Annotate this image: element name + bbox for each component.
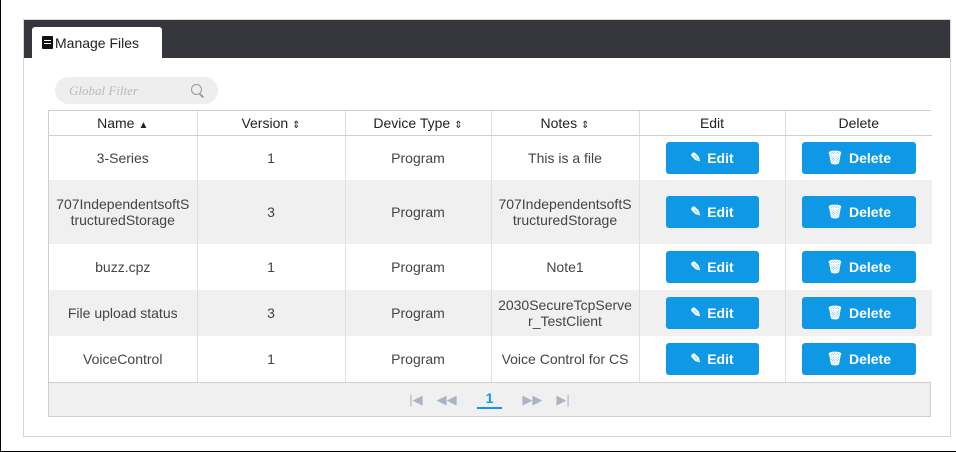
- trash-icon: 🗑: [826, 305, 843, 320]
- cell-notes: 2030SecureTcpServer_TestClient: [491, 290, 640, 336]
- page-number-current[interactable]: 1: [476, 390, 503, 409]
- cell-edit: ✎ Edit: [639, 336, 786, 382]
- cell-version: 3: [197, 180, 346, 244]
- cell-name: 707IndependentsoftStructuredStorage: [49, 180, 198, 244]
- sort-icon: ⇕: [292, 119, 301, 131]
- delete-button[interactable]: 🗑 Delete: [801, 196, 916, 228]
- cell-notes: Note1: [491, 244, 640, 290]
- edit-button[interactable]: ✎ Edit: [665, 196, 759, 228]
- trash-icon: 🗑: [826, 204, 843, 219]
- cell-version: 1: [197, 135, 346, 180]
- files-table: Name ▲ Version ⇕ Device Type ⇕ Notes ⇕ Edit …: [48, 110, 932, 417]
- cell-device-type: Program: [345, 336, 492, 382]
- column-label: Notes: [540, 114, 578, 131]
- edit-button-label: Edit: [707, 204, 734, 220]
- edit-button-label: Edit: [707, 259, 734, 275]
- column-header-edit: Edit: [639, 111, 786, 136]
- cell-notes: 707IndependentsoftStructuredStorage: [491, 180, 640, 244]
- cell-delete: 🗑 Delete: [785, 180, 932, 244]
- sort-icon: ⇕: [454, 119, 463, 131]
- cell-name: buzz.cpz: [49, 244, 198, 290]
- column-label: Device Type: [373, 114, 451, 131]
- next-page-icon[interactable]: ▶▶: [522, 392, 542, 408]
- column-header-version[interactable]: Version ⇕: [197, 111, 346, 136]
- cell-notes: Voice Control for CS: [491, 336, 640, 382]
- column-label: Name: [97, 114, 135, 131]
- cell-edit: ✎ Edit: [639, 290, 786, 336]
- table-row: 3-Series 1 Program This is a file ✎ Edit …: [49, 135, 932, 180]
- first-page-icon[interactable]: |◀: [409, 392, 422, 408]
- table-row: VoiceControl 1 Program Voice Control for…: [49, 336, 932, 382]
- edit-button[interactable]: ✎ Edit: [665, 297, 759, 329]
- trash-icon: 🗑: [826, 259, 843, 274]
- cell-delete: 🗑 Delete: [785, 244, 932, 290]
- sort-asc-icon: ▲: [138, 119, 149, 131]
- tab-bar: Manage Files: [24, 20, 950, 58]
- cell-device-type: Program: [345, 135, 492, 180]
- pencil-square-icon: ✎: [690, 305, 702, 320]
- cell-name: 3-Series: [49, 135, 198, 180]
- delete-button[interactable]: 🗑 Delete: [801, 251, 916, 283]
- table-header-row: Name ▲ Version ⇕ Device Type ⇕ Notes ⇕ Edit …: [49, 111, 932, 136]
- delete-button[interactable]: 🗑 Delete: [801, 343, 916, 375]
- pagination: |◀ ◀◀ 1 ▶▶ ▶|: [49, 382, 930, 416]
- cell-name: VoiceControl: [49, 336, 198, 382]
- global-filter-input[interactable]: [67, 81, 187, 100]
- cell-notes: This is a file: [491, 135, 640, 180]
- manage-files-panel: Manage Files Name▲ Version⇕ Device Type⇕…: [23, 19, 951, 437]
- pencil-square-icon: ✎: [690, 351, 702, 366]
- delete-button[interactable]: 🗑 Delete: [801, 297, 916, 329]
- cell-delete: 🗑 Delete: [785, 290, 932, 336]
- search-icon[interactable]: [191, 83, 205, 98]
- cell-device-type: Program: [345, 244, 492, 290]
- cell-edit: ✎ Edit: [639, 135, 786, 180]
- trash-icon: 🗑: [826, 149, 843, 165]
- tab-label: Manage Files: [55, 34, 140, 51]
- cell-edit: ✎ Edit: [639, 180, 786, 244]
- edit-button[interactable]: ✎ Edit: [665, 343, 759, 375]
- sort-icon: ⇕: [581, 119, 590, 131]
- column-header-name[interactable]: Name ▲: [49, 111, 198, 136]
- delete-button-label: Delete: [848, 149, 892, 166]
- edit-button-label: Edit: [707, 351, 734, 367]
- table-row: 707IndependentsoftStructuredStorage 3 Pr…: [49, 180, 932, 244]
- delete-button-label: Delete: [848, 305, 892, 321]
- edit-button-label: Edit: [707, 305, 734, 321]
- delete-button[interactable]: 🗑 Delete: [801, 141, 916, 174]
- cell-edit: ✎ Edit: [639, 244, 786, 290]
- trash-icon: 🗑: [826, 351, 843, 366]
- edit-button[interactable]: ✎ Edit: [665, 251, 759, 283]
- prev-page-icon[interactable]: ◀◀: [437, 392, 457, 408]
- cell-version: 3: [197, 290, 346, 336]
- tab-manage-files[interactable]: Manage Files: [32, 27, 162, 58]
- cell-version: 1: [197, 244, 346, 290]
- pencil-square-icon: ✎: [690, 259, 702, 274]
- cell-delete: 🗑 Delete: [785, 336, 932, 382]
- edit-button-label: Edit: [707, 149, 734, 166]
- column-header-delete: Delete: [785, 111, 932, 136]
- pencil-square-icon: ✎: [690, 204, 702, 219]
- delete-button-label: Delete: [848, 259, 892, 275]
- cell-device-type: Program: [345, 290, 492, 336]
- column-label: Version: [241, 114, 289, 131]
- column-header-device-type[interactable]: Device Type ⇕: [345, 111, 492, 136]
- table-row: File upload status 3 Program 2030SecureT…: [49, 290, 932, 336]
- global-filter: [55, 77, 218, 104]
- file-icon: [42, 36, 53, 49]
- table-row: buzz.cpz 1 Program Note1 ✎ Edit 🗑 Delete: [49, 244, 932, 290]
- edit-button[interactable]: ✎ Edit: [665, 141, 759, 174]
- column-label: Edit: [699, 114, 725, 131]
- cell-device-type: Program: [345, 180, 492, 244]
- cell-delete: 🗑 Delete: [785, 135, 932, 180]
- last-page-icon[interactable]: ▶|: [556, 392, 569, 408]
- column-header-notes[interactable]: Notes ⇕: [491, 111, 640, 136]
- column-label: Delete: [838, 114, 879, 131]
- cell-version: 1: [197, 336, 346, 382]
- cell-name: File upload status: [49, 290, 198, 336]
- delete-button-label: Delete: [848, 204, 892, 220]
- pencil-square-icon: ✎: [690, 149, 702, 165]
- delete-button-label: Delete: [848, 351, 892, 367]
